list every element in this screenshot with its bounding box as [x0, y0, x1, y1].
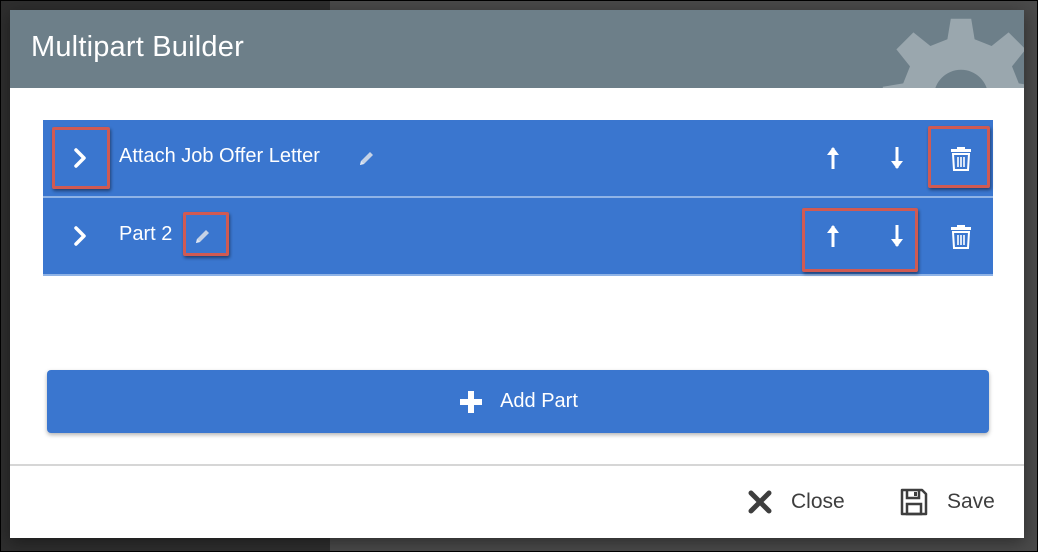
- arrow-up-icon: [827, 147, 839, 169]
- save-button[interactable]: Save: [899, 484, 995, 520]
- delete-part-button[interactable]: [941, 138, 981, 178]
- add-part-label: Add Part: [500, 390, 578, 412]
- chevron-right-icon: [74, 226, 86, 246]
- part-label: Part 2: [119, 223, 173, 245]
- expand-part-button[interactable]: [61, 140, 99, 176]
- multipart-builder-dialog: Multipart Builder Attach Job Offer Lette…: [10, 10, 1024, 538]
- part-label: Attach Job Offer Letter: [119, 145, 320, 167]
- gear-icon: [882, 18, 1024, 88]
- add-part-button[interactable]: Add Part: [47, 370, 989, 433]
- move-up-button[interactable]: [813, 216, 853, 256]
- move-up-button[interactable]: [813, 138, 853, 178]
- dialog-title: Multipart Builder: [31, 31, 244, 63]
- arrow-down-icon: [891, 225, 903, 247]
- arrow-up-icon: [827, 225, 839, 247]
- trash-icon: [951, 147, 971, 171]
- trash-icon: [951, 225, 971, 249]
- close-button[interactable]: Close: [747, 484, 845, 520]
- plus-icon: [460, 390, 483, 413]
- part-row: Part 2: [43, 198, 993, 274]
- delete-part-button[interactable]: [941, 216, 981, 256]
- expand-part-button[interactable]: [61, 218, 99, 254]
- footer-divider: [10, 464, 1024, 466]
- move-down-button[interactable]: [877, 138, 917, 178]
- x-icon: [748, 490, 772, 514]
- row-divider: [43, 274, 993, 276]
- chevron-right-icon: [74, 148, 86, 168]
- pencil-icon[interactable]: [193, 226, 213, 246]
- move-down-button[interactable]: [877, 216, 917, 256]
- dialog-header: Multipart Builder: [10, 10, 1024, 88]
- close-label: Close: [791, 490, 845, 513]
- floppy-disk-icon: [900, 488, 928, 516]
- save-label: Save: [947, 490, 995, 513]
- arrow-down-icon: [891, 147, 903, 169]
- pencil-icon[interactable]: [357, 148, 377, 168]
- part-row: Attach Job Offer Letter: [43, 120, 993, 196]
